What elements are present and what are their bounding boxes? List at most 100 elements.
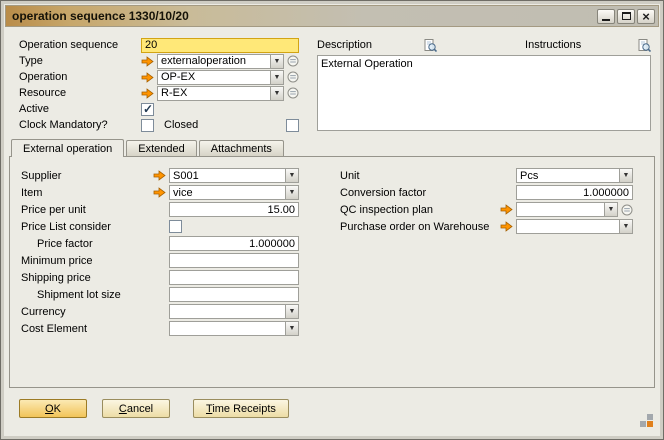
- conversion-factor-input[interactable]: [516, 185, 633, 200]
- price-list-consider-row: Price List consider: [21, 218, 299, 235]
- price-per-unit-row: Price per unit: [21, 201, 299, 218]
- dropdown-arrow-icon[interactable]: [619, 169, 632, 182]
- dropdown-arrow-icon[interactable]: [604, 203, 617, 216]
- dropdown-arrow-icon[interactable]: [285, 305, 298, 318]
- link-arrow-icon[interactable]: [500, 204, 513, 215]
- operation-select[interactable]: OP-EX: [157, 70, 284, 85]
- link-arrow-icon[interactable]: [153, 170, 166, 181]
- dropdown-arrow-icon[interactable]: [270, 71, 283, 84]
- choose-from-list-icon[interactable]: [287, 71, 299, 83]
- currency-select[interactable]: [169, 304, 299, 319]
- minimum-price-row: Minimum price: [21, 252, 299, 269]
- panel-right-column: Unit Pcs Conversion factor QC inspection…: [340, 167, 633, 235]
- minimum-price-label: Minimum price: [21, 255, 169, 267]
- price-list-consider-label: Price List consider: [21, 221, 169, 233]
- instructions-label: Instructions: [525, 39, 581, 51]
- active-row: Active: [19, 101, 299, 117]
- close-icon: ×: [642, 10, 650, 23]
- active-checkbox[interactable]: [141, 103, 154, 116]
- dropdown-arrow-icon[interactable]: [285, 322, 298, 335]
- type-label: Type: [19, 55, 141, 67]
- currency-row: Currency: [21, 303, 299, 320]
- resource-select[interactable]: R-EX: [157, 86, 284, 101]
- type-select-value: externaloperation: [161, 55, 246, 67]
- shipping-price-input[interactable]: [169, 270, 299, 285]
- operation-sequence-input[interactable]: [141, 38, 299, 53]
- minimize-button[interactable]: [597, 9, 615, 24]
- operation-select-value: OP-EX: [161, 71, 195, 83]
- shipment-lot-size-input[interactable]: [169, 287, 299, 302]
- price-factor-label: Price factor: [21, 238, 169, 250]
- choose-from-list-icon[interactable]: [287, 55, 299, 67]
- minimum-price-input[interactable]: [169, 253, 299, 268]
- price-per-unit-label: Price per unit: [21, 204, 169, 216]
- maximize-button[interactable]: [617, 9, 635, 24]
- dropdown-arrow-icon[interactable]: [619, 220, 632, 233]
- link-arrow-icon[interactable]: [141, 72, 154, 83]
- window-controls: ×: [597, 9, 658, 24]
- qc-inspection-plan-select[interactable]: [516, 202, 618, 217]
- link-arrow-icon[interactable]: [500, 221, 513, 232]
- type-select[interactable]: externaloperation: [157, 54, 284, 69]
- tab-attachments[interactable]: Attachments: [199, 140, 284, 156]
- type-row: Type externaloperation: [19, 53, 299, 69]
- link-arrow-icon[interactable]: [141, 88, 154, 99]
- supplier-row: Supplier S001: [21, 167, 299, 184]
- ok-button[interactable]: OK: [19, 399, 87, 418]
- conversion-factor-row: Conversion factor: [340, 184, 633, 201]
- resource-select-value: R-EX: [161, 87, 187, 99]
- operation-sequence-row: Operation sequence: [19, 37, 299, 53]
- cancel-button[interactable]: Cancel: [102, 399, 170, 418]
- qc-inspection-plan-row: QC inspection plan: [340, 201, 633, 218]
- dropdown-arrow-icon[interactable]: [270, 55, 283, 68]
- currency-label: Currency: [21, 306, 169, 318]
- resize-grip[interactable]: [640, 414, 653, 427]
- purchase-order-on-warehouse-row: Purchase order on Warehouse: [340, 218, 633, 235]
- unit-select-value: Pcs: [520, 170, 538, 182]
- price-factor-input[interactable]: [169, 236, 299, 251]
- operation-sequence-label: Operation sequence: [19, 39, 141, 51]
- resize-grip-square: [647, 414, 653, 420]
- price-per-unit-input[interactable]: [169, 202, 299, 217]
- dropdown-arrow-icon[interactable]: [270, 87, 283, 100]
- zoom-icon[interactable]: [424, 39, 437, 52]
- clock-mandatory-checkbox[interactable]: [141, 119, 154, 132]
- description-header: Description Instructions: [317, 37, 651, 53]
- resize-grip-square: [647, 421, 653, 427]
- close-button[interactable]: ×: [637, 9, 655, 24]
- zoom-icon[interactable]: [638, 39, 651, 52]
- purchase-order-on-warehouse-select[interactable]: [516, 219, 633, 234]
- price-list-consider-checkbox[interactable]: [169, 220, 182, 233]
- title-bar[interactable]: operation sequence 1330/10/20 ×: [5, 5, 659, 27]
- description-textarea[interactable]: External Operation: [317, 55, 651, 131]
- supplier-select[interactable]: S001: [169, 168, 299, 183]
- unit-row: Unit Pcs: [340, 167, 633, 184]
- tab-extended[interactable]: Extended: [126, 140, 196, 156]
- operation-label: Operation: [19, 71, 141, 83]
- closed-checkbox[interactable]: [286, 119, 299, 132]
- maximize-icon: [622, 12, 631, 20]
- choose-from-list-icon[interactable]: [287, 87, 299, 99]
- qc-inspection-plan-label: QC inspection plan: [340, 204, 500, 216]
- operation-sequence-window: operation sequence 1330/10/20 × Operatio…: [0, 0, 664, 440]
- dropdown-arrow-icon[interactable]: [285, 186, 298, 199]
- resource-label: Resource: [19, 87, 141, 99]
- unit-select[interactable]: Pcs: [516, 168, 633, 183]
- dropdown-arrow-icon[interactable]: [285, 169, 298, 182]
- shipment-lot-size-label: Shipment lot size: [21, 289, 169, 301]
- item-row: Item vice: [21, 184, 299, 201]
- time-receipts-button[interactable]: Time Receipts: [193, 399, 289, 418]
- item-select[interactable]: vice: [169, 185, 299, 200]
- active-label: Active: [19, 103, 141, 115]
- choose-from-list-icon[interactable]: [621, 204, 633, 216]
- link-arrow-icon[interactable]: [153, 187, 166, 198]
- header-form: Operation sequence Type externaloperatio…: [19, 37, 299, 133]
- link-arrow-icon[interactable]: [141, 56, 154, 67]
- panel-left-column: Supplier S001 Item vice Price per unit P…: [21, 167, 299, 337]
- cost-element-select[interactable]: [169, 321, 299, 336]
- unit-label: Unit: [340, 170, 516, 182]
- external-operation-panel: Supplier S001 Item vice Price per unit P…: [9, 156, 655, 388]
- tab-external-operation[interactable]: External operation: [11, 139, 124, 157]
- shipment-lot-size-row: Shipment lot size: [21, 286, 299, 303]
- operation-row: Operation OP-EX: [19, 69, 299, 85]
